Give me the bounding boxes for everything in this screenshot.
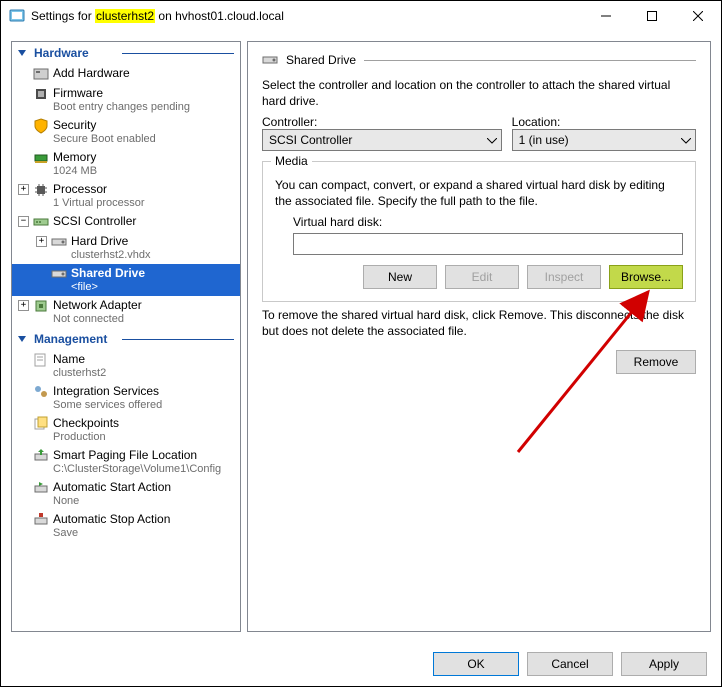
location-label: Location: <box>512 115 696 129</box>
remove-button[interactable]: Remove <box>616 350 696 374</box>
title-on: on <box>158 9 171 23</box>
minimize-button[interactable] <box>583 1 629 31</box>
tree-auto-start[interactable]: Automatic Start ActionNone <box>12 478 240 510</box>
settings-content: Shared Drive Select the controller and l… <box>247 41 711 632</box>
inspect-button: Inspect <box>527 265 601 289</box>
remove-text: To remove the shared virtual hard disk, … <box>262 308 696 339</box>
tree-checkpoints[interactable]: CheckpointsProduction <box>12 414 240 446</box>
location-select[interactable]: 1 (in use) <box>512 129 696 151</box>
settings-window: Settings for clusterhst2 on hvhost01.clo… <box>0 0 722 687</box>
title-vm-highlight: clusterhst2 <box>95 9 155 23</box>
maximize-button[interactable] <box>629 1 675 31</box>
vhd-path-input[interactable] <box>293 233 683 255</box>
tree-network-adapter[interactable]: +Network AdapterNot connected <box>12 296 240 328</box>
intro-text: Select the controller and location on th… <box>262 78 696 109</box>
tree-name[interactable]: Nameclusterhst2 <box>12 350 240 382</box>
tree-hard-drive[interactable]: +Hard Driveclusterhst2.vhdx <box>12 232 240 264</box>
tree-smart-paging[interactable]: Smart Paging File LocationC:\ClusterStor… <box>12 446 240 478</box>
tree-integration-services[interactable]: Integration ServicesSome services offere… <box>12 382 240 414</box>
tree-security[interactable]: SecuritySecure Boot enabled <box>12 116 240 148</box>
close-button[interactable] <box>675 1 721 31</box>
tree-shared-drive[interactable]: Shared Drive<file> <box>12 264 240 296</box>
title-host: hvhost01.cloud.local <box>175 9 284 23</box>
media-group-title: Media <box>271 154 312 168</box>
browse-button[interactable]: Browse... <box>609 265 683 289</box>
dialog-footer: OK Cancel Apply <box>1 642 721 686</box>
cancel-button[interactable]: Cancel <box>527 652 613 676</box>
chevron-down-icon <box>487 133 497 147</box>
media-group: Media You can compact, convert, or expan… <box>262 161 696 302</box>
tree-processor[interactable]: +Processor1 Virtual processor <box>12 180 240 212</box>
ok-button[interactable]: OK <box>433 652 519 676</box>
controller-label: Controller: <box>262 115 502 129</box>
section-management[interactable]: Management <box>12 328 240 350</box>
media-text: You can compact, convert, or expand a sh… <box>275 178 683 209</box>
section-hardware[interactable]: Hardware <box>12 42 240 64</box>
vhd-label: Virtual hard disk: <box>293 215 683 229</box>
titlebar: Settings for clusterhst2 on hvhost01.clo… <box>1 1 721 31</box>
drive-icon <box>262 52 278 68</box>
tree-auto-stop[interactable]: Automatic Stop ActionSave <box>12 510 240 542</box>
tree-firmware[interactable]: FirmwareBoot entry changes pending <box>12 84 240 116</box>
tree-memory[interactable]: Memory1024 MB <box>12 148 240 180</box>
controller-select[interactable]: SCSI Controller <box>262 129 502 151</box>
tree-add-hardware[interactable]: Add Hardware <box>12 64 240 84</box>
apply-button[interactable]: Apply <box>621 652 707 676</box>
collapse-icon[interactable]: − <box>18 216 29 227</box>
content-heading: Shared Drive <box>286 53 356 67</box>
chevron-down-icon <box>681 133 691 147</box>
tree-scsi-controller[interactable]: −SCSI Controller <box>12 212 240 232</box>
expand-icon[interactable]: + <box>18 184 29 195</box>
app-icon <box>9 8 25 24</box>
settings-tree: Hardware Add Hardware FirmwareBoot entry… <box>11 41 241 632</box>
title-prefix: Settings for <box>31 9 92 23</box>
edit-button: Edit <box>445 265 519 289</box>
new-button[interactable]: New <box>363 265 437 289</box>
